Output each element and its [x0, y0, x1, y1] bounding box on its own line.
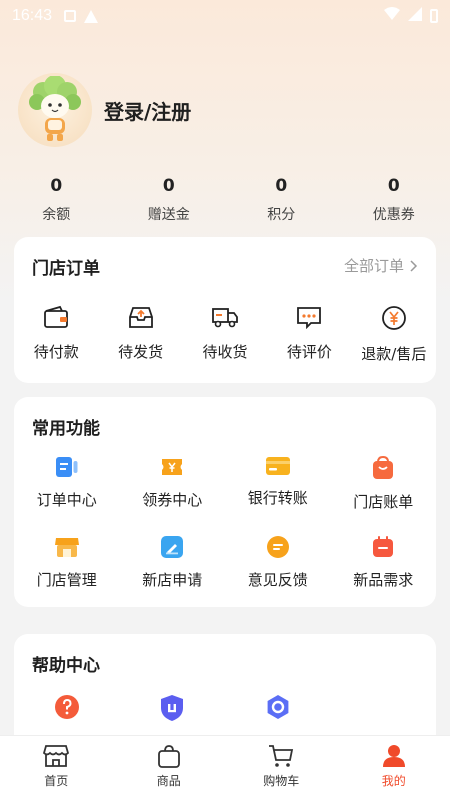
settings-ring-icon — [267, 695, 289, 719]
notification-a-icon — [64, 10, 77, 22]
shopping-bag-icon — [157, 745, 180, 768]
tab-products[interactable]: 商品 — [113, 736, 226, 800]
stat-label: 赠送金 — [147, 207, 190, 223]
function-label: 新店申请 — [142, 571, 203, 589]
function-label: 意见反馈 — [247, 571, 308, 589]
order-item-label: 待付款 — [33, 343, 79, 361]
function-new-product[interactable]: 新品需求 — [331, 535, 437, 615]
bank-card-icon — [265, 457, 290, 475]
all-orders-label: 全部订单 — [343, 257, 404, 275]
function-bank-transfer[interactable]: 银行转账 — [225, 455, 331, 535]
order-refund-aftersale[interactable]: 退款/售后 — [352, 305, 436, 364]
stat-gift[interactable]: 0 赠送金 — [113, 176, 226, 224]
store-bill-icon — [373, 455, 394, 479]
tab-label: 我的 — [381, 774, 406, 788]
stat-points[interactable]: 0 积分 — [225, 176, 338, 224]
function-coupon-center[interactable]: 领券中心 — [120, 455, 226, 535]
tab-label: 首页 — [44, 774, 69, 788]
order-item-label: 退款/售后 — [361, 345, 427, 363]
function-new-store[interactable]: 新店申请 — [120, 535, 226, 615]
feedback-icon — [266, 536, 289, 558]
function-store-bill[interactable]: 门店账单 — [331, 455, 437, 535]
wifi-icon — [384, 7, 400, 25]
truck-icon — [212, 308, 238, 328]
function-store-manage[interactable]: 门店管理 — [14, 535, 120, 615]
store-orders-title: 门店订单 — [32, 259, 100, 279]
stat-value: 0 — [50, 176, 63, 196]
stat-label: 优惠券 — [372, 207, 415, 223]
inbox-icon — [128, 307, 153, 328]
stat-coupons[interactable]: 0 优惠券 — [338, 176, 450, 224]
order-item-label: 待评价 — [286, 343, 332, 361]
shield-icon — [161, 695, 184, 721]
order-item-label: 待收货 — [202, 343, 248, 361]
status-time: 16:43 — [12, 7, 53, 24]
warning-icon — [84, 9, 99, 23]
new-store-icon — [161, 536, 184, 558]
bottom-tab-bar: 首页 商品 购物车 我的 — [0, 735, 450, 800]
avatar[interactable] — [18, 73, 92, 147]
order-item-label: 待发货 — [118, 343, 164, 361]
mascot-icon — [29, 76, 81, 141]
stat-balance[interactable]: 0 余额 — [0, 176, 113, 224]
common-functions-card: 常用功能 订单中心 领券中心 银行转账 门店账单 门店管理 新店申请 意见反馈 … — [14, 397, 436, 607]
stat-label: 余额 — [42, 207, 71, 223]
order-pending-payment[interactable]: 待付款 — [14, 305, 98, 364]
tab-label: 商品 — [156, 774, 181, 788]
tab-label: 购物车 — [263, 774, 300, 788]
account-stats: 0 余额 0 赠送金 0 积分 0 优惠券 — [0, 176, 450, 224]
function-grid: 订单中心 领券中心 银行转账 门店账单 门店管理 新店申请 意见反馈 新品需求 — [14, 455, 436, 615]
signal-icon — [408, 7, 422, 25]
tab-cart[interactable]: 购物车 — [225, 736, 338, 800]
stat-value: 0 — [162, 176, 175, 196]
help-center-title: 帮助中心 — [32, 656, 100, 676]
function-label: 新品需求 — [353, 571, 414, 589]
new-product-icon — [373, 536, 394, 557]
stat-value: 0 — [387, 176, 400, 196]
function-order-center[interactable]: 订单中心 — [14, 455, 120, 535]
coupon-icon — [162, 459, 183, 475]
yen-icon — [381, 306, 406, 330]
function-label: 门店账单 — [353, 493, 414, 511]
order-status-row: 待付款 待发货 待收货 待评价 退款/售后 — [14, 305, 436, 364]
function-label: 银行转账 — [247, 489, 308, 507]
store-orders-card: 门店订单 全部订单 待付款 待发货 待收货 待评价 退款/售后 — [14, 237, 436, 383]
function-label: 门店管理 — [36, 571, 97, 589]
stat-label: 积分 — [267, 207, 296, 223]
stat-value: 0 — [275, 176, 288, 196]
function-label: 订单中心 — [36, 491, 97, 509]
question-icon — [54, 695, 79, 719]
common-functions-title: 常用功能 — [32, 419, 100, 439]
wallet-icon — [44, 305, 69, 328]
order-pending-review[interactable]: 待评价 — [267, 305, 351, 364]
comment-icon — [297, 307, 322, 329]
battery-icon — [430, 9, 438, 23]
function-feedback[interactable]: 意见反馈 — [225, 535, 331, 615]
tab-home[interactable]: 首页 — [0, 736, 113, 800]
store-manage-icon — [54, 538, 79, 557]
tab-mine[interactable]: 我的 — [338, 736, 450, 800]
chevron-right-icon — [410, 259, 418, 272]
status-bar: 16:43 — [0, 0, 450, 32]
order-pending-shipment[interactable]: 待发货 — [98, 305, 182, 364]
order-center-icon — [55, 457, 78, 477]
cart-icon — [269, 745, 294, 767]
order-pending-receipt[interactable]: 待收货 — [183, 305, 267, 364]
profile-header[interactable]: 登录/注册 — [18, 73, 191, 147]
function-label: 领券中心 — [142, 491, 203, 509]
user-icon — [382, 745, 405, 767]
login-register-link[interactable]: 登录/注册 — [104, 96, 191, 125]
all-orders-link[interactable]: 全部订单 — [344, 255, 418, 276]
store-home-icon — [43, 745, 70, 767]
